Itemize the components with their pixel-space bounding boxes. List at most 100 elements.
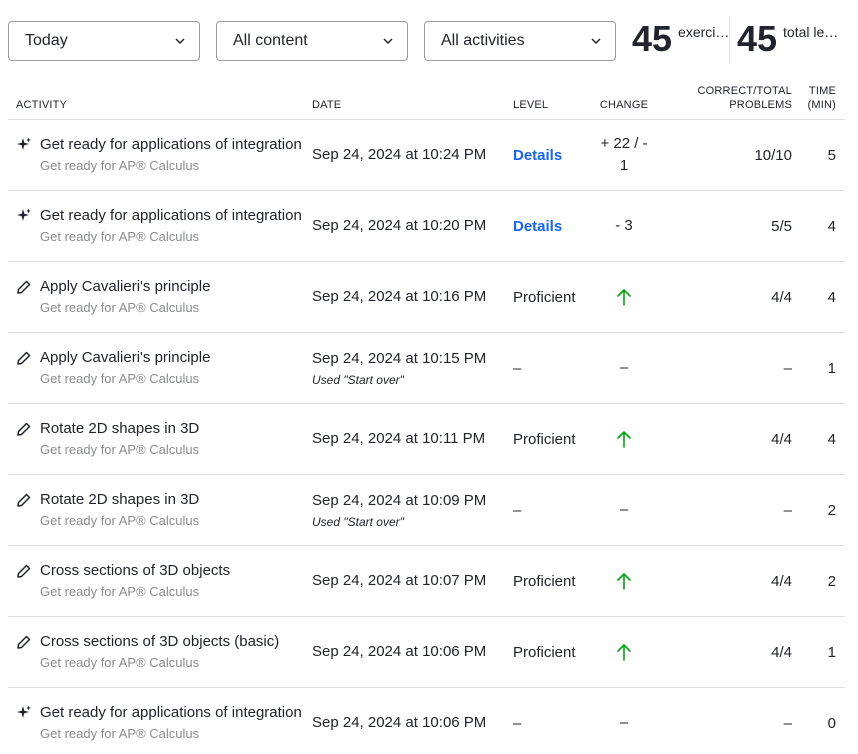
time-value: 1 xyxy=(827,359,836,377)
header-level: LEVEL xyxy=(513,84,593,120)
table-row[interactable]: Cross sections of 3D objects Get ready f… xyxy=(8,545,845,617)
table-row[interactable]: Apply Cavalieri's principle Get ready fo… xyxy=(8,332,845,404)
correct-cell: 4/4 xyxy=(655,545,792,617)
correct-total-value: 4/4 xyxy=(771,572,792,590)
time-value: 4 xyxy=(827,217,836,235)
level-cell: – xyxy=(513,474,593,546)
activity-course: Get ready for AP® Calculus xyxy=(40,726,200,741)
activity-cell: Get ready for applications of integratio… xyxy=(8,687,312,754)
pencil-icon xyxy=(16,563,32,579)
activity-course: Get ready for AP® Calculus xyxy=(40,300,200,315)
stat-value: 45 xyxy=(632,18,673,59)
table-row[interactable]: Rotate 2D shapes in 3D Get ready for AP®… xyxy=(8,474,845,546)
activity-title[interactable]: Get ready for applications of integratio… xyxy=(40,135,304,155)
header-change: CHANGE xyxy=(593,84,655,120)
table-row[interactable]: Apply Cavalieri's principle Get ready fo… xyxy=(8,261,845,333)
activity-title[interactable]: Get ready for applications of integratio… xyxy=(40,703,304,723)
change-value: - 3 xyxy=(615,217,633,234)
time-filter-select[interactable]: Today xyxy=(8,21,200,61)
activity-title[interactable]: Cross sections of 3D objects (basic) xyxy=(40,632,304,652)
correct-total-value: 4/4 xyxy=(771,643,792,661)
time-cell: 4 xyxy=(792,403,845,475)
content-filter-select[interactable]: All content xyxy=(216,21,408,61)
pencil-icon xyxy=(16,492,32,508)
activity-course: Get ready for AP® Calculus xyxy=(40,442,200,457)
sparkle-icon xyxy=(16,137,32,153)
correct-cell: 4/4 xyxy=(655,616,792,688)
activity-table: ACTIVITY DATE LEVEL CHANGE CORRECT/TOTAL… xyxy=(8,84,845,754)
activity-course: Get ready for AP® Calculus xyxy=(40,513,200,528)
time-cell: 2 xyxy=(792,545,845,617)
level-value: Proficient xyxy=(513,430,576,448)
date-cell: Sep 24, 2024 at 10:11 PM xyxy=(312,403,513,475)
change-value: – xyxy=(619,501,629,518)
date-value: Sep 24, 2024 at 10:07 PM xyxy=(312,572,487,589)
arrow-up-icon xyxy=(617,431,631,448)
table-row[interactable]: Get ready for applications of integratio… xyxy=(8,687,845,754)
table-body: Get ready for applications of integratio… xyxy=(8,119,845,754)
time-cell: 1 xyxy=(792,616,845,688)
activity-course: Get ready for AP® Calculus xyxy=(40,655,200,670)
date-value: Sep 24, 2024 at 10:06 PM xyxy=(312,643,487,660)
date-value: Sep 24, 2024 at 10:06 PM xyxy=(312,714,487,731)
date-cell: Sep 24, 2024 at 10:07 PM xyxy=(312,545,513,617)
activities-filter-select[interactable]: All activities xyxy=(424,21,616,61)
activity-title[interactable]: Rotate 2D shapes in 3D xyxy=(40,419,304,439)
date-value: Sep 24, 2024 at 10:24 PM xyxy=(312,146,487,163)
stat-divider xyxy=(729,16,730,64)
level-value: Proficient xyxy=(513,288,576,306)
activity-cell: Rotate 2D shapes in 3D Get ready for AP®… xyxy=(8,474,312,546)
date-cell: Sep 24, 2024 at 10:20 PM xyxy=(312,190,513,262)
time-value: 5 xyxy=(827,146,836,164)
details-link[interactable]: Details xyxy=(513,218,562,235)
stat-label: exercise min xyxy=(678,24,734,40)
activity-title[interactable]: Cross sections of 3D objects xyxy=(40,561,304,581)
level-value: Proficient xyxy=(513,643,576,661)
chevron-down-icon xyxy=(175,38,185,45)
pencil-icon xyxy=(16,634,32,650)
level-cell: Proficient xyxy=(513,616,593,688)
time-filter-value: Today xyxy=(25,32,68,49)
activity-title[interactable]: Apply Cavalieri's principle xyxy=(40,277,304,297)
level-cell: Details xyxy=(513,190,593,262)
activities-filter-value: All activities xyxy=(441,32,525,49)
date-value: Sep 24, 2024 at 10:11 PM xyxy=(312,430,486,447)
time-value: 2 xyxy=(827,501,836,519)
pencil-icon xyxy=(16,421,32,437)
correct-cell: – xyxy=(655,474,792,546)
activity-cell: Cross sections of 3D objects (basic) Get… xyxy=(8,616,312,688)
date-cell: Sep 24, 2024 at 10:24 PM xyxy=(312,119,513,191)
level-cell: Details xyxy=(513,119,593,191)
table-row[interactable]: Rotate 2D shapes in 3D Get ready for AP®… xyxy=(8,403,845,475)
date-cell: Sep 24, 2024 at 10:15 PM Used "Start ove… xyxy=(312,332,513,404)
activity-title[interactable]: Get ready for applications of integratio… xyxy=(40,206,304,226)
change-cell: - 3 xyxy=(593,190,655,262)
time-cell: 4 xyxy=(792,261,845,333)
stat-value: 45 xyxy=(737,18,778,59)
date-cell: Sep 24, 2024 at 10:06 PM xyxy=(312,616,513,688)
level-cell: – xyxy=(513,687,593,754)
change-cell xyxy=(593,545,655,617)
filter-bar: Today All content All activities xyxy=(8,21,616,61)
activity-title[interactable]: Rotate 2D shapes in 3D xyxy=(40,490,304,510)
arrow-up-icon xyxy=(617,573,631,590)
time-cell: 5 xyxy=(792,119,845,191)
correct-total-value: – xyxy=(783,359,792,377)
correct-total-value: 10/10 xyxy=(754,146,792,164)
date-cell: Sep 24, 2024 at 10:06 PM xyxy=(312,687,513,754)
table-row[interactable]: Get ready for applications of integratio… xyxy=(8,119,845,191)
total-learning-minutes-stat: 45 total learning min xyxy=(737,18,839,60)
level-cell: – xyxy=(513,332,593,404)
date-cell: Sep 24, 2024 at 10:16 PM xyxy=(312,261,513,333)
change-cell: – xyxy=(593,332,655,404)
details-link[interactable]: Details xyxy=(513,147,562,164)
table-row[interactable]: Get ready for applications of integratio… xyxy=(8,190,845,262)
chevron-down-icon xyxy=(383,38,393,45)
activity-course: Get ready for AP® Calculus xyxy=(40,371,200,386)
header-time: TIME (MIN) xyxy=(792,84,845,120)
table-row[interactable]: Cross sections of 3D objects (basic) Get… xyxy=(8,616,845,688)
correct-cell: – xyxy=(655,687,792,754)
pencil-icon xyxy=(16,350,32,366)
activity-title[interactable]: Apply Cavalieri's principle xyxy=(40,348,304,368)
change-cell: – xyxy=(593,687,655,754)
